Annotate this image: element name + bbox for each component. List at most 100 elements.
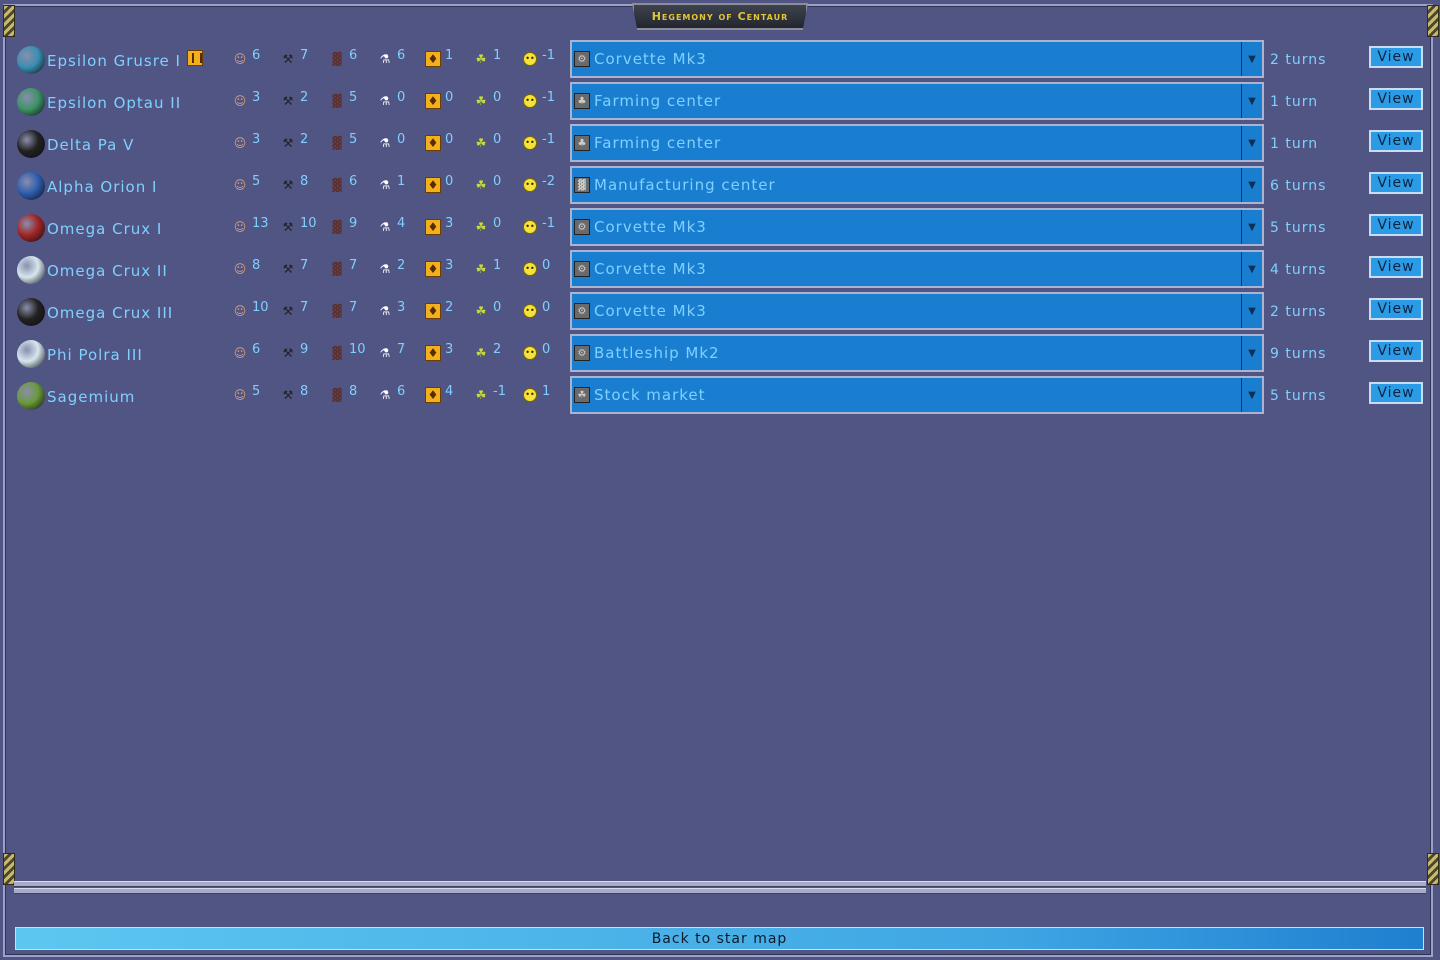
stat-population-value: 6 — [252, 342, 261, 357]
stat-morale-value: -2 — [542, 174, 555, 189]
science-icon: ⚗ — [379, 220, 391, 234]
chevron-down-icon[interactable]: ▼ — [1241, 42, 1262, 76]
production-select[interactable]: ⚙ Corvette Mk3 ▼ — [570, 292, 1264, 330]
stat-income-value: 1 — [493, 258, 502, 273]
production-select[interactable]: ♣ Farming center ▼ — [570, 82, 1264, 120]
science-icon: ⚗ — [379, 346, 391, 360]
stat-morale-value: -1 — [542, 132, 555, 147]
colony-name[interactable]: Alpha Orion I — [47, 178, 157, 196]
production-select[interactable]: ⚙ Battleship Mk2 ▼ — [570, 334, 1264, 372]
income-icon: ☘ — [475, 262, 487, 276]
population-icon: ☺ — [233, 220, 247, 234]
morale-icon: •• — [522, 51, 538, 67]
stat-industry-value: 2 — [300, 90, 309, 105]
chevron-down-icon[interactable]: ▼ — [1241, 378, 1262, 412]
view-colony-button[interactable]: View — [1369, 130, 1423, 152]
frame-corner-bottom-right — [1427, 853, 1439, 885]
stat-factories-value: 5 — [349, 132, 358, 147]
production-select[interactable]: ▓ Manufacturing center ▼ — [570, 166, 1264, 204]
stat-defense-value: 3 — [445, 342, 454, 357]
industry-icon: ⚒ — [282, 52, 294, 66]
population-icon: ☺ — [233, 388, 247, 402]
stat-morale-value: -1 — [542, 48, 555, 63]
production-select[interactable]: ☘ Stock market ▼ — [570, 376, 1264, 414]
stat-population-value: 8 — [252, 258, 261, 273]
production-label: Corvette Mk3 — [594, 50, 707, 68]
view-colony-button[interactable]: View — [1369, 298, 1423, 320]
stat-factories-value: 7 — [349, 300, 358, 315]
stat-defense-value: 0 — [445, 90, 454, 105]
back-to-star-map-button[interactable]: Back to star map — [15, 927, 1424, 950]
planet-icon — [17, 172, 45, 200]
colony-name[interactable]: Omega Crux II — [47, 262, 168, 280]
colony-name[interactable]: Delta Pa V — [47, 136, 134, 154]
ship-icon: ⚙ — [574, 261, 590, 277]
view-colony-button[interactable]: View — [1369, 382, 1423, 404]
stat-industry-value: 7 — [300, 258, 309, 273]
production-label: Farming center — [594, 92, 722, 110]
defense-icon: ♦ — [425, 135, 441, 151]
stat-industry-value: 8 — [300, 174, 309, 189]
colony-name[interactable]: Epsilon Optau II — [47, 94, 181, 112]
chevron-down-icon[interactable]: ▼ — [1241, 126, 1262, 160]
colony-name[interactable]: Omega Crux I — [47, 220, 162, 238]
colony-name[interactable]: Phi Polra III — [47, 346, 143, 364]
production-select[interactable]: ⚙ Corvette Mk3 ▼ — [570, 208, 1264, 246]
chevron-down-icon[interactable]: ▼ — [1241, 84, 1262, 118]
frame-corner-top-right — [1427, 5, 1439, 37]
stat-morale-value: 0 — [542, 300, 551, 315]
footer-divider-lower — [14, 888, 1426, 894]
production-select[interactable]: ⚙ Corvette Mk3 ▼ — [570, 40, 1264, 78]
view-colony-button[interactable]: View — [1369, 46, 1423, 68]
factory-icon: ▓ — [332, 178, 342, 192]
stat-science-value: 4 — [397, 216, 406, 231]
industry-icon: ⚒ — [282, 136, 294, 150]
stat-factories-value: 7 — [349, 258, 358, 273]
production-select[interactable]: ⚙ Corvette Mk3 ▼ — [570, 250, 1264, 288]
turns-remaining: 4 turns — [1270, 262, 1327, 278]
colony-name[interactable]: Omega Crux III — [47, 304, 173, 322]
stat-income-value: 0 — [493, 300, 502, 315]
defense-icon: ♦ — [425, 261, 441, 277]
production-select[interactable]: ♣ Farming center ▼ — [570, 124, 1264, 162]
income-icon: ☘ — [475, 346, 487, 360]
farm-icon: ♣ — [574, 93, 590, 109]
industry-icon: ⚒ — [282, 304, 294, 318]
income-icon: ☘ — [475, 388, 487, 402]
morale-icon: •• — [522, 387, 538, 403]
chevron-down-icon[interactable]: ▼ — [1241, 252, 1262, 286]
production-label: Farming center — [594, 134, 722, 152]
factory-icon: ▓ — [332, 220, 342, 234]
income-icon: ☘ — [475, 178, 487, 192]
morale-icon: •• — [522, 219, 538, 235]
view-colony-button[interactable]: View — [1369, 88, 1423, 110]
colony-row: Phi Polra III ☺ 6 ⚒ 9 ▓ 10 ⚗ 7 ♦ 3 ☘ 2 •… — [15, 334, 1430, 376]
chevron-down-icon[interactable]: ▼ — [1241, 210, 1262, 244]
defense-icon: ♦ — [425, 345, 441, 361]
view-colony-button[interactable]: View — [1369, 256, 1423, 278]
morale-icon: •• — [522, 135, 538, 151]
colony-name[interactable]: Sagemium — [47, 388, 135, 406]
stat-science-value: 0 — [397, 132, 406, 147]
chevron-down-icon[interactable]: ▼ — [1241, 168, 1262, 202]
stat-science-value: 3 — [397, 300, 406, 315]
view-colony-button[interactable]: View — [1369, 214, 1423, 236]
colony-name[interactable]: Epsilon Grusre I — [47, 52, 181, 70]
income-icon: ☘ — [475, 52, 487, 66]
industry-icon: ⚒ — [282, 220, 294, 234]
chevron-down-icon[interactable]: ▼ — [1241, 336, 1262, 370]
view-colony-button[interactable]: View — [1369, 340, 1423, 362]
defense-icon: ♦ — [425, 219, 441, 235]
stat-population-value: 3 — [252, 132, 261, 147]
view-colony-button[interactable]: View — [1369, 172, 1423, 194]
production-label: Battleship Mk2 — [594, 344, 720, 362]
chevron-down-icon[interactable]: ▼ — [1241, 294, 1262, 328]
production-label: Manufacturing center — [594, 176, 776, 194]
income-icon: ☘ — [475, 304, 487, 318]
factory-icon: ▓ — [332, 136, 342, 150]
planet-icon — [17, 88, 45, 116]
income-icon: ☘ — [475, 94, 487, 108]
stat-defense-value: 1 — [445, 48, 454, 63]
stat-science-value: 7 — [397, 342, 406, 357]
population-icon: ☺ — [233, 52, 247, 66]
